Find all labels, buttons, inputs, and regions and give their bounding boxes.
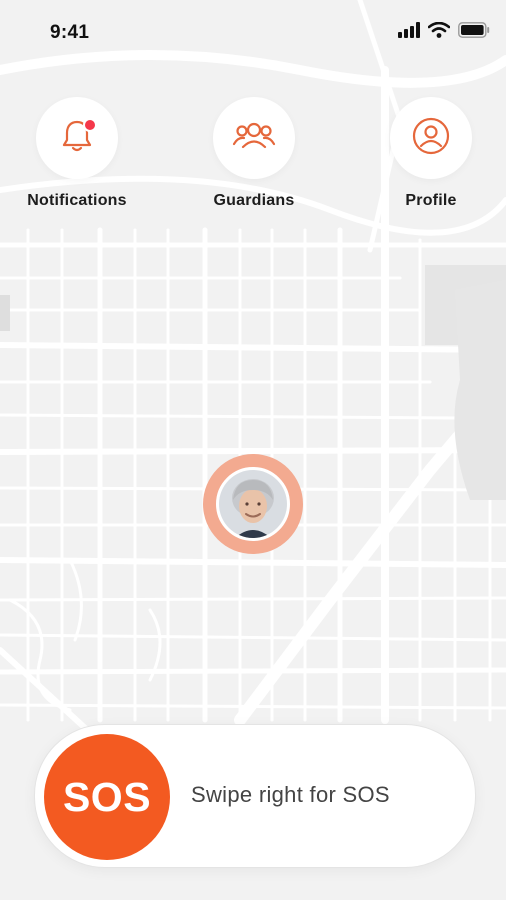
user-location-marker[interactable] <box>203 454 303 554</box>
battery-icon <box>458 22 490 43</box>
profile-button[interactable] <box>390 97 472 179</box>
nav-notifications[interactable]: Notifications <box>7 97 147 210</box>
group-icon <box>231 116 277 161</box>
status-icons <box>398 21 490 43</box>
nav-label-notifications: Notifications <box>27 192 127 209</box>
notifications-button[interactable] <box>36 97 118 179</box>
nav-label-profile: Profile <box>405 192 457 209</box>
guardians-button[interactable] <box>213 97 295 179</box>
sos-hint: Swipe right for SOS <box>191 782 390 807</box>
avatar <box>216 467 290 541</box>
nav-profile[interactable]: Profile <box>361 97 501 210</box>
notification-badge <box>83 118 97 132</box>
status-bar: 9:41 <box>0 0 506 66</box>
user-icon <box>411 116 451 161</box>
nav-label-guardians: Guardians <box>213 192 295 209</box>
wifi-icon <box>427 21 451 43</box>
sos-button[interactable]: SOS <box>44 734 170 860</box>
status-time: 9:41 <box>50 22 90 43</box>
sos-swipe-bar[interactable]: SOS Swipe right for SOS <box>34 724 476 868</box>
signal-icon <box>398 22 420 43</box>
nav-guardians[interactable]: Guardians <box>184 97 324 210</box>
